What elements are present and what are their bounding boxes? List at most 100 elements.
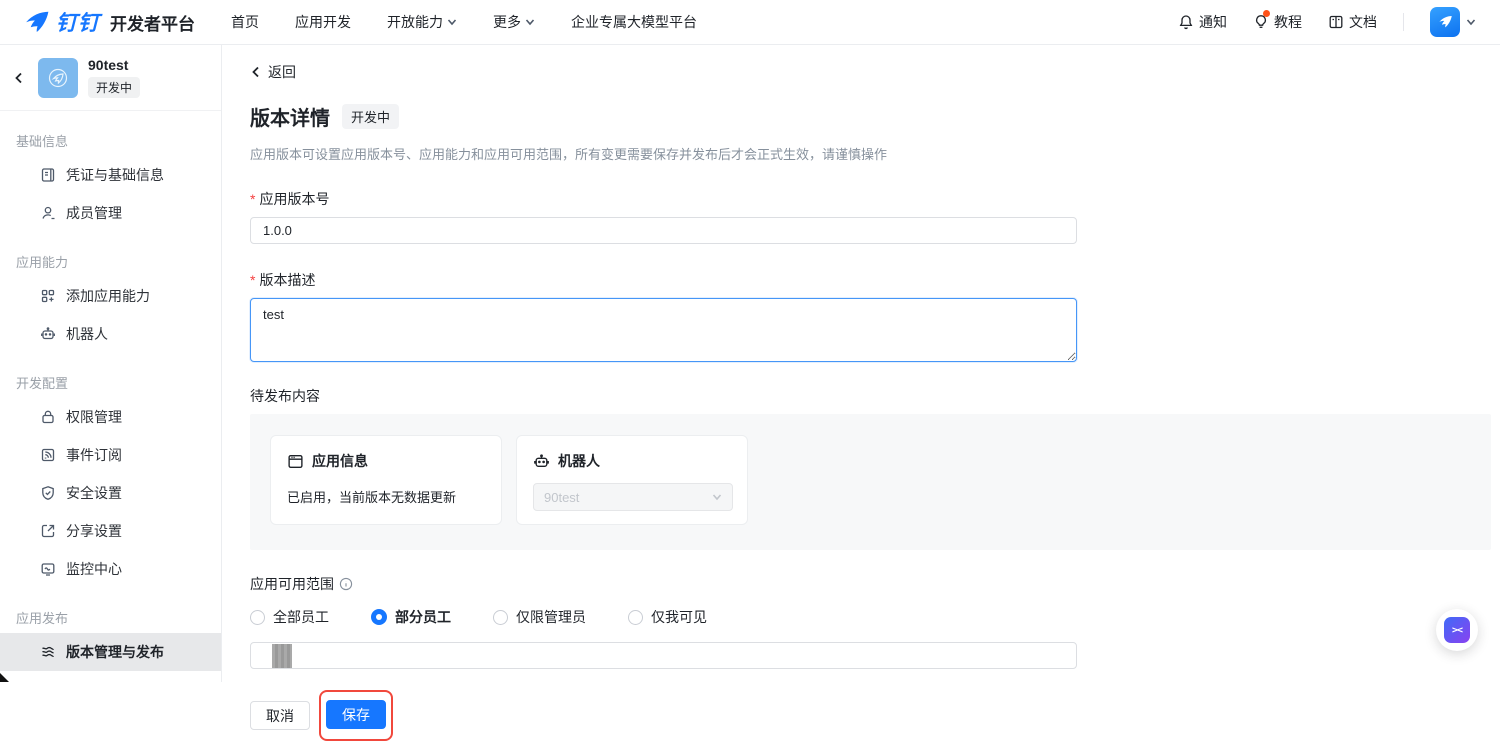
sidebar-item-event-subscription[interactable]: 事件订阅: [0, 436, 221, 474]
sidebar-item-add-capability[interactable]: 添加应用能力: [0, 277, 221, 315]
sidebar-item-share-settings[interactable]: 分享设置: [0, 512, 221, 550]
info-icon[interactable]: [339, 577, 353, 591]
chevron-down-icon: [712, 492, 722, 502]
brand-name: 钉钉: [56, 7, 100, 37]
radio-circle: [250, 610, 265, 625]
nav-item-label: 更多: [493, 12, 521, 32]
collapse-back-icon[interactable]: [12, 71, 26, 85]
app-status-badge: 开发中: [88, 77, 140, 98]
chevron-down-icon: [1466, 17, 1476, 27]
dingtalk-wing-icon: [1436, 13, 1454, 31]
sidebar-section-title: 开发配置: [0, 367, 221, 398]
save-highlight-annotation: 保存: [319, 690, 393, 741]
app-name: 90test: [88, 57, 140, 73]
description-textarea[interactable]: test: [250, 298, 1077, 362]
doc-icon: [1328, 14, 1344, 30]
nav-item-label: 企业专属大模型平台: [571, 12, 697, 32]
form-actions: 取消 保存: [250, 690, 1500, 741]
scope-radio-group: 全部员工 部分员工 仅限管理员 仅我可见: [250, 607, 1500, 627]
assistant-widget-icon: ><: [1444, 617, 1470, 643]
radio-admin-only[interactable]: 仅限管理员: [493, 607, 586, 627]
radio-all-staff[interactable]: 全部员工: [250, 607, 329, 627]
nav-item-app-dev[interactable]: 应用开发: [295, 12, 351, 32]
status-badge: 开发中: [342, 104, 399, 129]
app-info-card[interactable]: 应用信息 已启用，当前版本无数据更新: [270, 435, 502, 525]
app-info-status: 已启用，当前版本无数据更新: [287, 487, 485, 506]
nav-item-label: 应用开发: [295, 12, 351, 32]
radio-partial-staff[interactable]: 部分员工: [371, 607, 451, 627]
sidebar-item-label: 添加应用能力: [66, 286, 150, 306]
main-nav: 首页 应用开发 开放能力 更多 企业专属大模型平台: [231, 12, 697, 32]
header-right: 通知 教程 文档: [1178, 7, 1476, 37]
sidebar-item-security[interactable]: 安全设置: [0, 474, 221, 512]
sidebar-item-version-release[interactable]: 版本管理与发布: [0, 633, 221, 671]
top-navbar: 钉钉 开发者平台 首页 应用开发 开放能力 更多 企业专属大模型平台 通知: [0, 0, 1500, 45]
notifications-button[interactable]: 通知: [1178, 12, 1227, 32]
field-label-text: 版本描述: [259, 270, 315, 290]
sidebar-item-label: 安全设置: [66, 483, 122, 503]
back-button[interactable]: 返回: [250, 62, 296, 82]
back-label: 返回: [268, 62, 296, 82]
nav-item-open-capability[interactable]: 开放能力: [387, 12, 457, 32]
sidebar-item-permissions[interactable]: 权限管理: [0, 398, 221, 436]
radio-label: 部分员工: [395, 607, 451, 627]
pending-content-panel: 应用信息 已启用，当前版本无数据更新 机器人 90test: [250, 414, 1491, 550]
sidebar-item-monitor-center[interactable]: 监控中心: [0, 550, 221, 588]
brand-logo[interactable]: 钉钉 开发者平台: [24, 7, 195, 37]
sidebar-item-label: 凭证与基础信息: [66, 165, 164, 185]
user-menu[interactable]: [1430, 7, 1476, 37]
sidebar-item-label: 事件订阅: [66, 445, 122, 465]
sidebar-section-title: 应用能力: [0, 246, 221, 277]
app-bird-icon: [46, 66, 70, 90]
robot-icon: [533, 453, 550, 470]
member-chip-redacted[interactable]: [272, 644, 292, 668]
avatar: [1430, 7, 1460, 37]
sidebar-item-members[interactable]: 成员管理: [0, 194, 221, 232]
save-button[interactable]: 保存: [326, 700, 386, 729]
nav-item-label: 开放能力: [387, 12, 443, 32]
tutorial-label: 教程: [1274, 12, 1302, 32]
assistant-widget-button[interactable]: ><: [1436, 609, 1478, 651]
nav-item-more[interactable]: 更多: [493, 12, 535, 32]
nav-item-llm-platform[interactable]: 企业专属大模型平台: [571, 12, 697, 32]
chevron-down-icon: [525, 17, 535, 27]
layers-icon: [40, 644, 56, 660]
sidebar-item-label: 监控中心: [66, 559, 122, 579]
bell-icon: [1178, 14, 1194, 30]
notification-dot: [1263, 10, 1270, 17]
grid-plus-icon: [40, 288, 56, 304]
app-window-icon: [287, 453, 304, 470]
pending-content-label: 待发布内容: [250, 386, 1500, 406]
sidebar-app-header: 90test 开发中: [0, 45, 221, 111]
sidebar-section-basic: 基础信息 凭证与基础信息 成员管理: [0, 125, 221, 232]
tutorial-button[interactable]: 教程: [1253, 12, 1302, 32]
radio-circle-checked: [371, 609, 387, 625]
chevron-left-icon: [250, 66, 262, 78]
lock-icon: [40, 409, 56, 425]
sidebar-item-robot[interactable]: 机器人: [0, 315, 221, 353]
sidebar-item-credentials[interactable]: 凭证与基础信息: [0, 156, 221, 194]
radio-only-me[interactable]: 仅我可见: [628, 607, 707, 627]
radio-circle: [493, 610, 508, 625]
required-asterisk: *: [250, 272, 255, 288]
radio-label: 仅限管理员: [516, 607, 586, 627]
nav-item-home[interactable]: 首页: [231, 12, 259, 32]
robot-select[interactable]: 90test: [533, 483, 733, 511]
radio-label: 仅我可见: [651, 607, 707, 627]
sidebar-item-label: 成员管理: [66, 203, 122, 223]
app-icon: [38, 58, 78, 98]
notifications-label: 通知: [1199, 12, 1227, 32]
robot-card[interactable]: 机器人 90test: [516, 435, 748, 525]
cancel-button[interactable]: 取消: [250, 701, 310, 730]
version-input[interactable]: [250, 217, 1077, 244]
radio-label: 全部员工: [273, 607, 329, 627]
id-card-icon: [40, 167, 56, 183]
scope-label: 应用可用范围: [250, 574, 1500, 594]
scope-member-input[interactable]: [250, 642, 1077, 669]
share-icon: [40, 523, 56, 539]
sidebar-item-label: 权限管理: [66, 407, 122, 427]
desc-field-label: * 版本描述: [250, 270, 1500, 290]
docs-button[interactable]: 文档: [1328, 12, 1377, 32]
sidebar-item-label: 分享设置: [66, 521, 122, 541]
main-content: 返回 版本详情 开发中 应用版本可设置应用版本号、应用能力和应用可用范围，所有变…: [222, 45, 1500, 682]
